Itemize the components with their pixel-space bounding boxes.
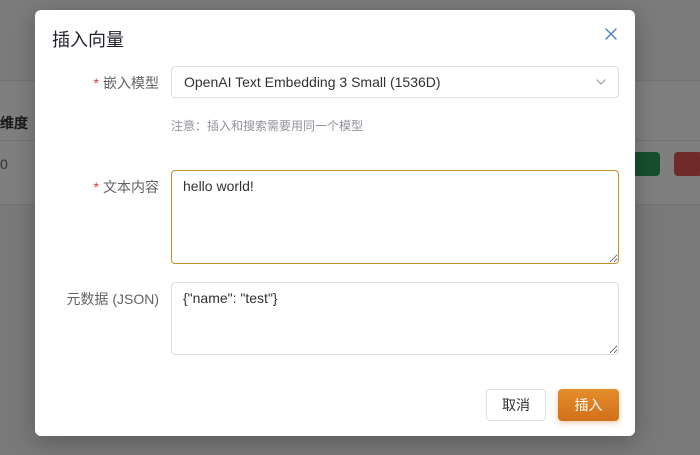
content-label-text: 文本内容 bbox=[103, 179, 159, 195]
model-hint: 注意：插入和搜索需要用同一个模型 bbox=[171, 119, 364, 133]
content-textarea[interactable]: hello world! bbox=[171, 170, 619, 264]
model-label-text: 嵌入模型 bbox=[103, 75, 159, 91]
embedding-model-select[interactable]: OpenAI Text Embedding 3 Small (1536D) bbox=[171, 66, 619, 98]
content-label: * 文本内容 bbox=[35, 177, 159, 197]
required-marker: * bbox=[93, 179, 99, 195]
required-marker: * bbox=[93, 75, 99, 91]
close-icon bbox=[605, 28, 617, 40]
metadata-textarea[interactable]: {"name": "test"} bbox=[171, 282, 619, 355]
metadata-label: 元数据 (JSON) bbox=[66, 291, 159, 307]
insert-button[interactable]: 插入 bbox=[558, 389, 619, 421]
embedding-model-value: OpenAI Text Embedding 3 Small (1536D) bbox=[184, 74, 441, 90]
insert-vector-dialog: 插入向量 * 嵌入模型 OpenAI Text Embedding 3 Small… bbox=[35, 10, 635, 436]
chevron-down-icon bbox=[596, 79, 606, 85]
dialog-title: 插入向量 bbox=[52, 30, 124, 50]
model-label: * 嵌入模型 bbox=[35, 73, 159, 93]
cancel-button[interactable]: 取消 bbox=[486, 389, 546, 421]
close-button[interactable] bbox=[601, 24, 621, 44]
